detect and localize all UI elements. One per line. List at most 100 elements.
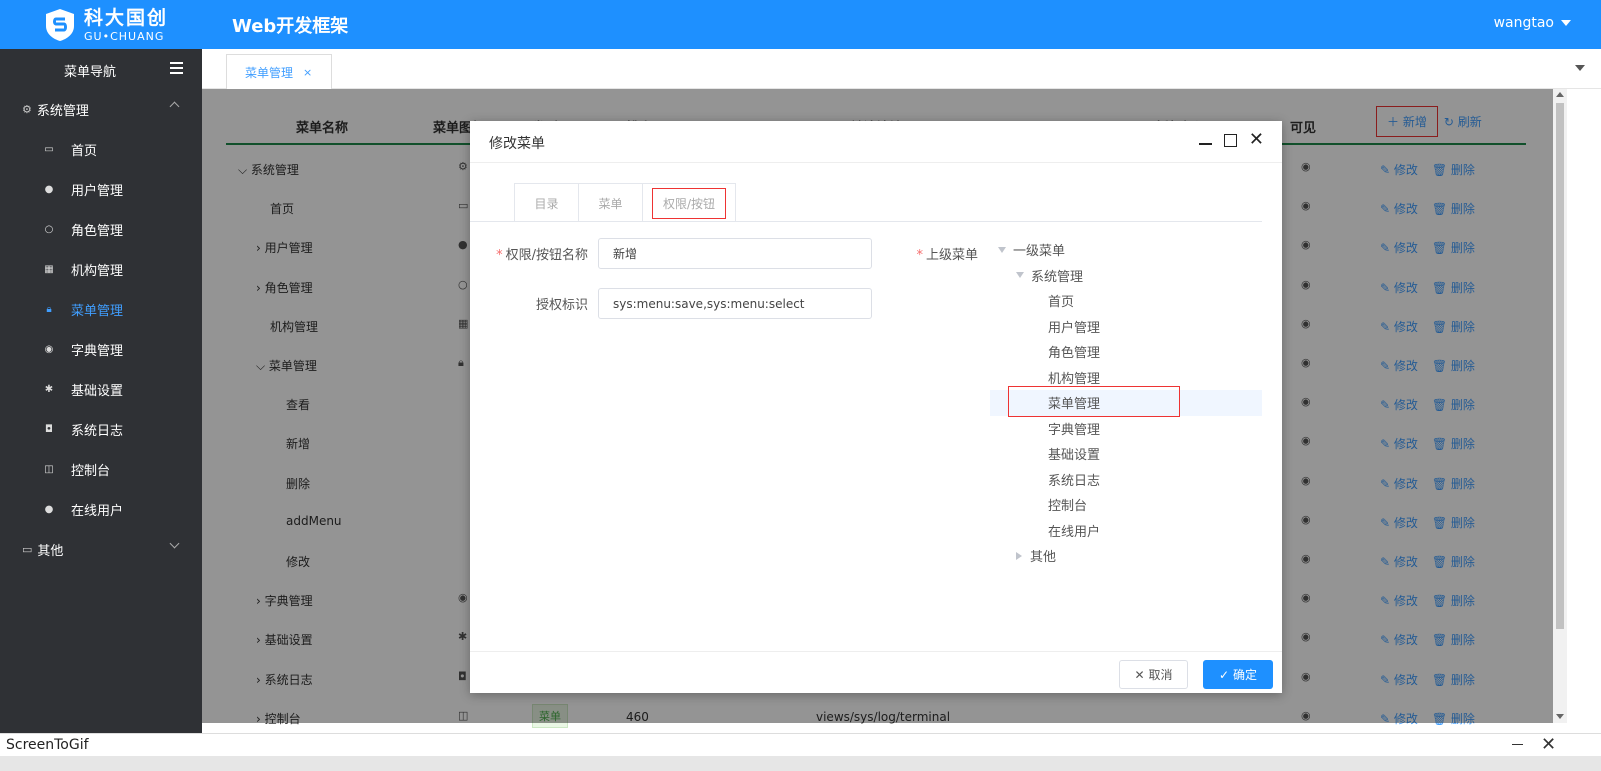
sidebar-item-dict[interactable]: ◉ 字典管理 xyxy=(0,329,202,369)
sidebar-item-users[interactable]: ● 用户管理 xyxy=(0,169,202,209)
tabs-dropdown-icon[interactable] xyxy=(1575,65,1585,71)
sidebar-item-label: 菜单管理 xyxy=(71,303,124,319)
sidebar-group-label: 其他 xyxy=(37,543,64,559)
vertical-scrollbar[interactable] xyxy=(1553,89,1567,723)
app-header: 科大国创 GU•CHUANG Web开发框架 wangtao xyxy=(0,0,1601,49)
logo-name-en: GU•CHUANG xyxy=(84,29,165,43)
tab-directory[interactable]: 目录 xyxy=(515,184,579,222)
dict-icon: ◉ xyxy=(44,343,54,355)
minimize-icon[interactable] xyxy=(1512,744,1523,745)
dialog-title: 修改菜单 xyxy=(489,136,545,152)
tree-node-root[interactable]: 一级菜单 xyxy=(990,237,1262,263)
sidebar-item-orgs[interactable]: ▦ 机构管理 xyxy=(0,249,202,289)
folder-icon: ▭ xyxy=(22,542,33,556)
tree-node-selected[interactable]: 菜单管理 xyxy=(990,386,1262,417)
tree-node[interactable]: 用户管理 xyxy=(990,314,1262,340)
user-icon: ● xyxy=(44,183,54,195)
tree-node[interactable]: 在线用户 xyxy=(990,518,1262,544)
close-icon[interactable]: ✕ xyxy=(1249,131,1264,149)
check-icon: ✓ xyxy=(1218,667,1230,682)
caret-down-icon xyxy=(1561,20,1571,26)
tree-node[interactable]: 系统日志 xyxy=(990,467,1262,493)
cancel-button-label: 取消 xyxy=(1148,668,1173,682)
tab-permission-label: 权限/按钮 xyxy=(651,187,727,219)
console-icon: ◫ xyxy=(44,463,54,475)
dialog-header: 修改菜单 ✕ xyxy=(470,121,1282,163)
shield-logo-icon xyxy=(46,9,74,41)
cancel-button[interactable]: ✕ 取消 xyxy=(1119,660,1188,689)
tree-node[interactable]: 控制台 xyxy=(990,492,1262,518)
sidebar-item-roles[interactable]: ○ 角色管理 xyxy=(0,209,202,249)
name-label: * 权限/按钮名称 xyxy=(496,248,588,263)
name-label-text: 权限/按钮名称 xyxy=(505,248,588,263)
chevron-up-icon xyxy=(169,101,180,112)
sidebar: 菜单导航 ⚙ 系统管理 ▭ 首页 ● 用户管理 ○ 角色管理 ▦ 机构管理 🔒︎ 菜单管理… xyxy=(0,49,202,739)
sidebar-item-label: 字典管理 xyxy=(71,343,124,359)
maximize-icon[interactable] xyxy=(1223,133,1237,147)
parent-label: * 上级菜单 xyxy=(916,248,978,263)
permission-input[interactable]: sys:menu:save,sys:menu:select xyxy=(598,288,872,319)
settings-icon: ⚙ xyxy=(22,102,32,116)
gear-icon: ✱ xyxy=(44,383,54,395)
folder-icon: ▭ xyxy=(44,143,54,155)
perm-label: 授权标识 xyxy=(535,298,588,313)
expand-icon[interactable] xyxy=(998,246,1006,253)
collapse-icon[interactable] xyxy=(1016,551,1022,560)
tab-label: 菜单管理 xyxy=(245,65,294,80)
logo-name-cn: 科大国创 xyxy=(84,6,169,29)
name-input[interactable]: 新增 xyxy=(598,238,872,269)
dialog-footer: ✕ 取消 ✓ 确定 xyxy=(470,651,1282,693)
sidebar-item-settings[interactable]: ✱ 基础设置 xyxy=(0,369,202,409)
dialog-controls: ✕ xyxy=(1198,131,1264,149)
parent-label-text: 上级菜单 xyxy=(925,248,978,263)
tree-node[interactable]: 字典管理 xyxy=(990,416,1262,442)
close-icon: ✕ xyxy=(1134,667,1145,682)
tab-bar: 菜单管理 × xyxy=(202,49,1601,89)
tree-node[interactable]: 基础设置 xyxy=(990,441,1262,467)
tab-permission-button[interactable]: 权限/按钮 xyxy=(643,184,735,222)
sidebar-item-label: 角色管理 xyxy=(71,223,124,239)
sidebar-item-label: 用户管理 xyxy=(71,183,124,199)
user-name: wangtao xyxy=(1493,15,1554,31)
scroll-up-icon[interactable] xyxy=(1556,92,1564,97)
expand-icon[interactable] xyxy=(1016,272,1024,279)
sidebar-item-home[interactable]: ▭ 首页 xyxy=(0,129,202,169)
tree-node-label: 系统管理 xyxy=(1031,269,1084,285)
sidebar-item-label: 系统日志 xyxy=(71,423,124,439)
confirm-button-label: 确定 xyxy=(1233,668,1258,682)
sidebar-item-console[interactable]: ◫ 控制台 xyxy=(0,449,202,489)
chevron-down-icon xyxy=(169,538,180,549)
sidebar-item-logs[interactable]: ◘ 系统日志 xyxy=(0,409,202,449)
tree-node-system[interactable]: 系统管理 xyxy=(990,263,1262,289)
sidebar-group-system[interactable]: ⚙ 系统管理 xyxy=(0,89,202,129)
tree-node[interactable]: 角色管理 xyxy=(990,339,1262,365)
sidebar-item-menus[interactable]: 🔒︎ 菜单管理 xyxy=(0,289,202,329)
tab-menu[interactable]: 菜单 xyxy=(579,184,643,222)
edit-menu-dialog: 修改菜单 ✕ 目录 菜单 权限/按钮 * 权限/按钮名称 新增 授权标识 sys:… xyxy=(470,121,1282,693)
scroll-down-icon[interactable] xyxy=(1556,714,1564,719)
sidebar-item-label: 首页 xyxy=(71,143,98,159)
tab-close-icon[interactable]: × xyxy=(303,66,312,79)
selection-highlight xyxy=(1008,386,1180,417)
confirm-button[interactable]: ✓ 确定 xyxy=(1203,660,1273,689)
role-icon: ○ xyxy=(44,223,54,235)
sidebar-item-label: 基础设置 xyxy=(71,383,124,399)
menu-toggle-icon[interactable] xyxy=(170,62,183,74)
recorder-title: ScreenToGif xyxy=(6,737,89,753)
sidebar-header: 菜单导航 xyxy=(0,49,202,89)
tree-node[interactable]: 首页 xyxy=(990,288,1262,314)
sidebar-item-label: 控制台 xyxy=(71,463,111,479)
recorder-bar: ScreenToGif ✕ xyxy=(0,733,1601,771)
minimize-icon[interactable] xyxy=(1198,142,1212,145)
brand-logo: 科大国创 GU•CHUANG xyxy=(44,8,168,42)
tree-node-label: 其他 xyxy=(1030,550,1057,566)
sidebar-item-label: 机构管理 xyxy=(71,263,124,279)
tree-node-other[interactable]: 其他 xyxy=(990,543,1262,569)
close-icon[interactable]: ✕ xyxy=(1541,734,1556,755)
sidebar-group-other[interactable]: ▭ 其他 xyxy=(0,529,202,569)
tab-menu-management[interactable]: 菜单管理 × xyxy=(226,54,332,89)
scrollbar-thumb[interactable] xyxy=(1556,103,1564,629)
camera-icon: ◘ xyxy=(45,423,53,435)
user-menu[interactable]: wangtao xyxy=(1494,15,1571,31)
sidebar-item-online-users[interactable]: ● 在线用户 xyxy=(0,489,202,529)
